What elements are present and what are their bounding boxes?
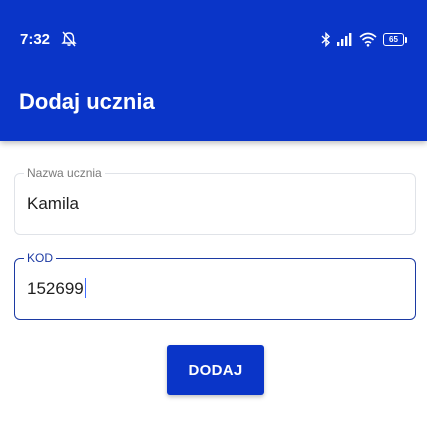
code-value[interactable]: 152699 xyxy=(27,279,84,298)
battery-icon: 65 xyxy=(383,32,407,46)
code-value-wrapper[interactable]: 152699 xyxy=(27,278,87,300)
student-name-field[interactable]: Nazwa ucznia Kamila xyxy=(14,165,416,235)
status-time: 7:32 xyxy=(20,31,51,48)
student-name-label: Nazwa ucznia xyxy=(24,165,105,181)
code-label: KOD xyxy=(24,250,57,266)
add-student-button[interactable]: DODAJ xyxy=(167,345,264,395)
text-caret xyxy=(84,278,87,298)
signal-icon xyxy=(337,32,353,46)
alarm-off-icon xyxy=(60,30,78,48)
page-title: Dodaj ucznia xyxy=(19,89,155,114)
app-bar: 7:32 65 Dodaj ucznia xyxy=(0,0,427,141)
status-bar: 7:32 65 xyxy=(0,28,427,58)
add-student-screen: 7:32 65 Dodaj ucznia Nazwa ucznia Kamila… xyxy=(0,0,427,430)
student-name-value[interactable]: Kamila xyxy=(27,193,79,215)
code-field[interactable]: KOD 152699 xyxy=(14,250,416,320)
wifi-icon xyxy=(359,32,377,47)
status-icons: 65 xyxy=(321,31,407,47)
battery-level: 65 xyxy=(389,34,398,44)
bluetooth-icon xyxy=(321,31,331,47)
